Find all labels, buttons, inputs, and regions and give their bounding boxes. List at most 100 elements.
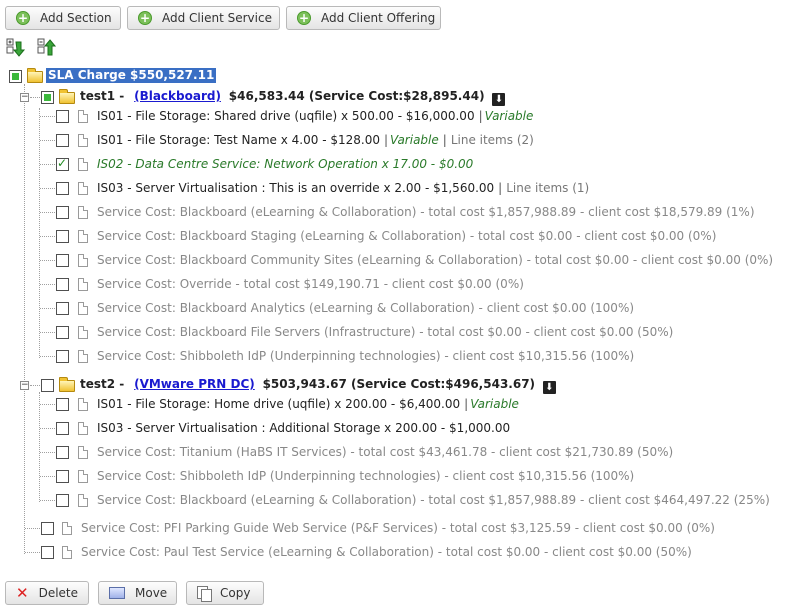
- item-text[interactable]: Service Cost: Blackboard Analytics (eLea…: [97, 301, 634, 315]
- item-text[interactable]: IS03 - Server Virtualisation : Additiona…: [97, 421, 510, 435]
- document-icon: [78, 278, 88, 291]
- add-client-offering-button[interactable]: + Add Client Offering: [286, 6, 441, 30]
- item-checkbox[interactable]: [56, 398, 69, 411]
- item-checkbox[interactable]: [56, 278, 69, 291]
- item-text-wrap: IS03 - Server Virtualisation : Additiona…: [97, 421, 510, 435]
- list-item: IS03 - Server Virtualisation : Additiona…: [0, 416, 795, 440]
- document-icon: [78, 134, 88, 147]
- item-text[interactable]: Service Cost: Paul Test Service (eLearni…: [81, 545, 692, 559]
- document-icon: [78, 158, 88, 171]
- move-label: Move: [135, 586, 168, 600]
- item-text-wrap: IS02 - Data Centre Service: Network Oper…: [97, 157, 473, 171]
- document-icon: [62, 546, 72, 559]
- document-icon: [78, 206, 88, 219]
- item-checkbox[interactable]: [56, 470, 69, 483]
- item-checkbox[interactable]: [56, 134, 69, 147]
- delete-button[interactable]: ✕ Delete: [5, 581, 89, 605]
- document-icon: [78, 398, 88, 411]
- item-checkbox[interactable]: [56, 494, 69, 507]
- item-text-wrap: IS01 - File Storage: Test Name x 4.00 - …: [97, 133, 534, 147]
- item-checkbox[interactable]: [41, 546, 54, 559]
- list-item: Service Cost: Blackboard Staging (eLearn…: [0, 224, 795, 248]
- item-text-wrap: IS01 - File Storage: Shared drive (uqfil…: [97, 109, 533, 123]
- item-checkbox[interactable]: [56, 230, 69, 243]
- list-item: Service Cost: Titanium (HaBS IT Services…: [0, 440, 795, 464]
- list-item: Service Cost: Blackboard (eLearning & Co…: [0, 488, 795, 512]
- expand-all-icon[interactable]: [6, 38, 26, 57]
- item-text[interactable]: IS01 - File Storage: Shared drive (uqfil…: [97, 109, 475, 123]
- document-icon: [78, 110, 88, 123]
- list-item: Service Cost: Shibboleth IdP (Underpinni…: [0, 464, 795, 488]
- item-checkbox[interactable]: [56, 326, 69, 339]
- line-items-link[interactable]: Line items (2): [451, 133, 534, 147]
- separator: |: [442, 133, 447, 147]
- list-item: IS02 - Data Centre Service: Network Oper…: [0, 152, 795, 176]
- item-text[interactable]: Service Cost: Override - total cost $149…: [97, 277, 524, 291]
- separator: |: [498, 181, 503, 195]
- collapse-all-icon[interactable]: [37, 38, 57, 56]
- document-icon: [78, 254, 88, 267]
- delete-label: Delete: [38, 586, 79, 600]
- document-icon: [78, 326, 88, 339]
- item-text[interactable]: IS01 - File Storage: Test Name x 4.00 - …: [97, 133, 380, 147]
- move-icon: [109, 587, 125, 599]
- test1-checkbox[interactable]: [41, 91, 54, 104]
- item-text[interactable]: Service Cost: Blackboard (eLearning & Co…: [97, 205, 755, 219]
- add-section-button[interactable]: + Add Section: [5, 6, 121, 30]
- collapse-toggle[interactable]: −: [20, 381, 29, 390]
- copy-label: Copy: [220, 586, 251, 600]
- item-text-wrap: Service Cost: Blackboard Staging (eLearn…: [97, 229, 716, 243]
- item-text-wrap: Service Cost: Override - total cost $149…: [97, 277, 524, 291]
- item-text[interactable]: Service Cost: PFI Parking Guide Web Serv…: [81, 521, 715, 535]
- item-checkbox[interactable]: [56, 182, 69, 195]
- item-checkbox[interactable]: [56, 110, 69, 123]
- document-icon: [78, 302, 88, 315]
- item-text-wrap: Service Cost: Blackboard (eLearning & Co…: [97, 205, 755, 219]
- variable-tag: Variable: [484, 109, 534, 123]
- line-items-link[interactable]: Line items (1): [506, 181, 589, 195]
- copy-button[interactable]: Copy: [186, 581, 264, 605]
- variable-tag: Variable: [470, 397, 519, 411]
- document-icon: [62, 522, 72, 535]
- item-checkbox[interactable]: [56, 422, 69, 435]
- client-link[interactable]: (VMware PRN DC): [134, 377, 255, 391]
- item-text[interactable]: IS03 - Server Virtualisation : This is a…: [97, 181, 494, 195]
- item-text[interactable]: Service Cost: Blackboard Community Sites…: [97, 253, 773, 267]
- item-checkbox[interactable]: [56, 206, 69, 219]
- client-link[interactable]: (Blackboard): [134, 89, 221, 103]
- item-checkbox[interactable]: [41, 522, 54, 535]
- collapse-toggle[interactable]: −: [20, 93, 29, 102]
- item-text[interactable]: IS01 - File Storage: Home drive (uqfile)…: [97, 397, 460, 411]
- test2-checkbox[interactable]: [41, 379, 54, 392]
- item-text-wrap: Service Cost: Shibboleth IdP (Underpinni…: [97, 469, 634, 483]
- document-icon: [78, 446, 88, 459]
- item-text[interactable]: Service Cost: Titanium (HaBS IT Services…: [97, 445, 673, 459]
- item-text[interactable]: Service Cost: Blackboard File Servers (I…: [97, 325, 673, 339]
- root-label[interactable]: SLA Charge $550,527.11: [46, 68, 217, 83]
- item-checkbox[interactable]: [56, 254, 69, 267]
- item-text[interactable]: Service Cost: Shibboleth IdP (Underpinni…: [97, 349, 634, 363]
- item-text-wrap: Service Cost: Shibboleth IdP (Underpinni…: [97, 349, 634, 363]
- item-text-wrap: Service Cost: Blackboard Community Sites…: [97, 253, 773, 267]
- variable-tag: Variable: [390, 133, 439, 147]
- list-item: IS01 - File Storage: Shared drive (uqfil…: [0, 104, 795, 128]
- item-checkbox[interactable]: [56, 446, 69, 459]
- item-checkbox[interactable]: [56, 156, 69, 171]
- item-text-wrap: Service Cost: Blackboard (eLearning & Co…: [97, 493, 770, 507]
- root-checkbox[interactable]: [9, 70, 22, 83]
- item-text[interactable]: Service Cost: Blackboard (eLearning & Co…: [97, 493, 770, 507]
- item-text[interactable]: Service Cost: Blackboard Staging (eLearn…: [97, 229, 716, 243]
- folder-icon: [59, 377, 75, 392]
- item-text-wrap: Service Cost: Blackboard Analytics (eLea…: [97, 301, 634, 315]
- add-client-service-button[interactable]: + Add Client Service: [127, 6, 280, 30]
- document-icon: [78, 230, 88, 243]
- item-text-wrap: IS01 - File Storage: Home drive (uqfile)…: [97, 397, 519, 411]
- item-checkbox[interactable]: [56, 350, 69, 363]
- list-item: Service Cost: Blackboard Analytics (eLea…: [0, 296, 795, 320]
- item-text-wrap: Service Cost: Blackboard File Servers (I…: [97, 325, 673, 339]
- item-text[interactable]: Service Cost: Shibboleth IdP (Underpinni…: [97, 469, 634, 483]
- item-checkbox[interactable]: [56, 302, 69, 315]
- item-text[interactable]: IS02 - Data Centre Service: Network Oper…: [97, 157, 473, 171]
- move-button[interactable]: Move: [98, 581, 177, 605]
- list-item: IS01 - File Storage: Test Name x 4.00 - …: [0, 128, 795, 152]
